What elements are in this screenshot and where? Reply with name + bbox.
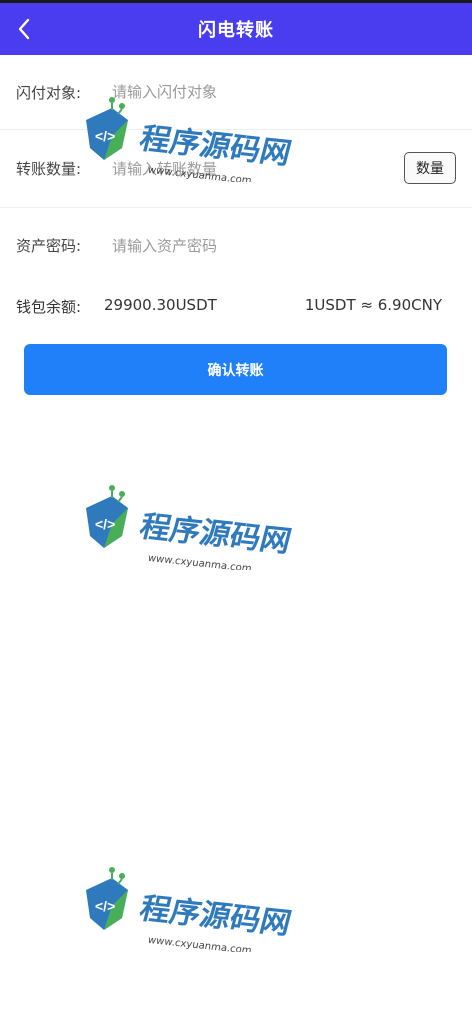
recipient-input[interactable] [112, 77, 352, 107]
recipient-label: 闪付对象: [16, 83, 82, 102]
password-row: 资产密码: [0, 208, 472, 283]
wallet-balance-row: 钱包余额: 29900.30USDT 1USDT ≈ 6.90CNY [0, 290, 472, 322]
balance-value: 29900.30USDT [104, 296, 217, 314]
top-navigation-bar: 闪电转账 [0, 0, 472, 55]
amount-row: 转账数量: 数量 [0, 130, 472, 208]
chevron-left-icon [18, 18, 30, 40]
svg-text:</>: </> [95, 516, 115, 532]
watermark-site: www.cxyuanma.com [148, 553, 252, 570]
quantity-button[interactable]: 数量 [404, 152, 456, 184]
page-title: 闪电转账 [198, 20, 274, 41]
back-button[interactable] [10, 13, 38, 45]
watermark-brand: 程序源码网 [138, 509, 292, 560]
amount-label: 转账数量: [16, 160, 82, 178]
balance-label: 钱包余额: [16, 298, 82, 316]
watermark-brand: 程序源码网 [138, 891, 292, 942]
amount-input[interactable] [112, 153, 352, 184]
watermark-site: www.cxyuanma.com [148, 935, 252, 952]
exchange-rate: 1USDT ≈ 6.90CNY [304, 296, 442, 314]
recipient-row: 闪付对象: [0, 55, 472, 130]
watermark-logo: </> 程序源码网 www.cxyuanma.com [86, 485, 292, 570]
password-label: 资产密码: [16, 237, 82, 255]
password-input[interactable] [112, 230, 352, 261]
confirm-transfer-button[interactable]: 确认转账 [24, 344, 447, 395]
svg-text:</>: </> [95, 898, 115, 914]
watermark-logo: </> 程序源码网 www.cxyuanma.com [86, 867, 292, 952]
